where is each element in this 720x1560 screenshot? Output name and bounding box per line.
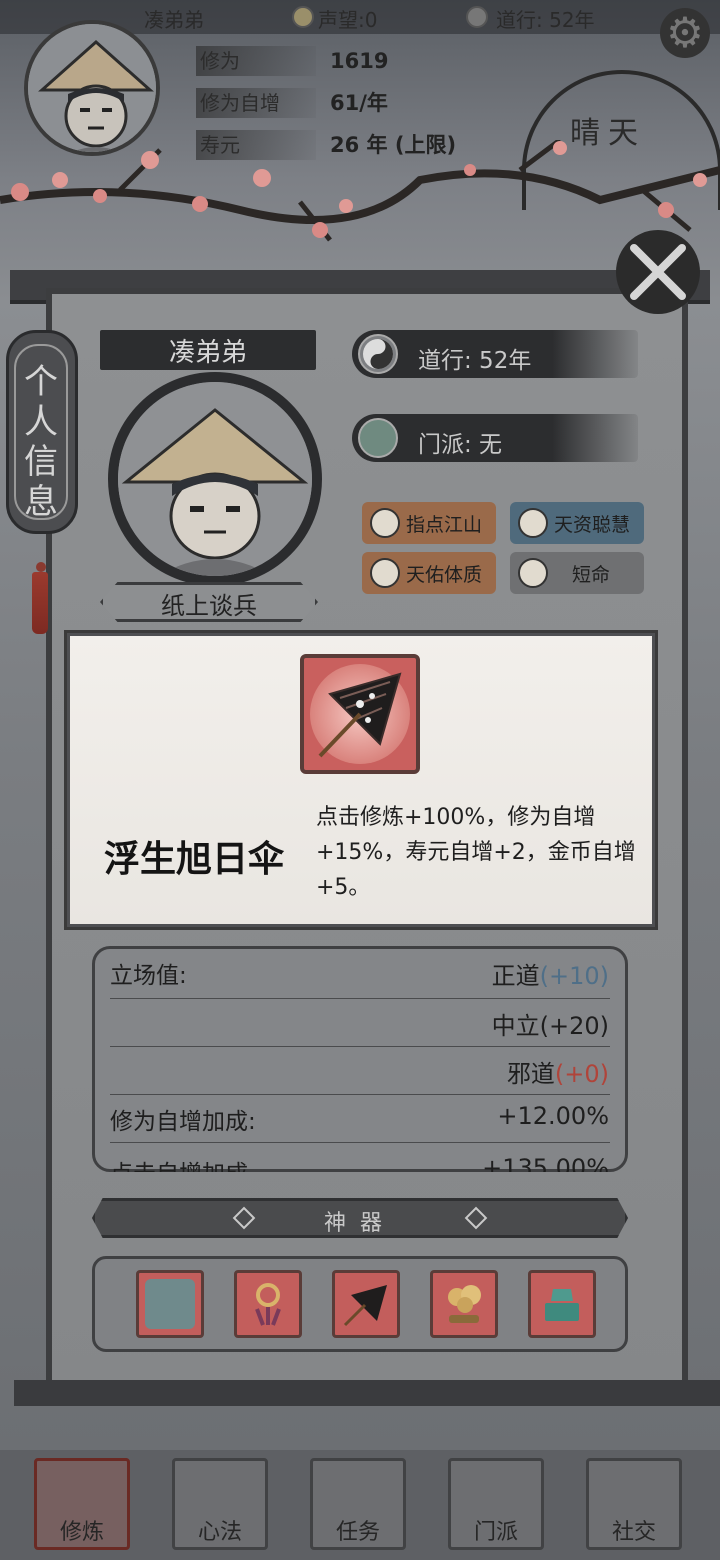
close-icon xyxy=(630,244,686,300)
character-title: 纸上谈兵 xyxy=(161,592,257,620)
partial-value: +135.00% xyxy=(482,1154,609,1172)
stance-evil-bonus: (+0) xyxy=(554,1060,609,1088)
close-button[interactable] xyxy=(616,230,700,314)
stance-righteous-bonus: (+10) xyxy=(539,962,609,990)
fist-icon xyxy=(518,558,548,588)
divider xyxy=(110,1094,610,1095)
character-name: 凑弟弟 xyxy=(168,338,247,368)
avatar[interactable] xyxy=(24,20,160,156)
stat-label: 修为自增 xyxy=(196,88,316,118)
settings-gear-icon[interactable]: ⚙ xyxy=(660,8,710,58)
plum-blossom-branch-icon xyxy=(0,140,720,242)
trait-badge[interactable]: 天资聪慧 xyxy=(510,502,644,544)
scroll-icon xyxy=(518,508,548,538)
character-avatar[interactable] xyxy=(108,372,322,586)
divider xyxy=(110,1142,610,1143)
stance-evil-label: 邪道 xyxy=(506,1060,555,1088)
cultivation-bonus-value: +12.00% xyxy=(497,1102,609,1130)
stat-label: 修为 xyxy=(196,46,316,76)
umbrella-icon xyxy=(318,672,402,758)
stat-value: 61/年 xyxy=(330,91,388,115)
item-name: 浮生旭日伞 xyxy=(104,839,285,880)
fist-icon xyxy=(370,558,400,588)
cultivation-bonus-label: 修为自增加成: xyxy=(110,1109,256,1135)
scroll-icon xyxy=(370,508,400,538)
stance-neutral: 中立(+20) xyxy=(491,1012,609,1040)
artifact-slot[interactable] xyxy=(136,1270,204,1338)
nav-tasks-label: 任务 xyxy=(335,1520,380,1545)
jade-pendant-icon xyxy=(255,1283,281,1326)
umbrella-icon xyxy=(343,1285,387,1327)
nav-mind-method-label: 心法 xyxy=(197,1520,242,1545)
nav-sect-label: 门派 xyxy=(473,1520,518,1545)
seal-icon xyxy=(545,1289,579,1321)
divider xyxy=(110,998,610,999)
artifact-slot[interactable] xyxy=(430,1270,498,1338)
player-name-top: 凑弟弟 xyxy=(144,8,204,32)
partial-label: 点击自增加成 xyxy=(110,1154,248,1172)
trait-label: 短命 xyxy=(572,564,611,586)
stat-cultivation: 修为 1619 xyxy=(196,46,496,76)
nav-social-label: 社交 xyxy=(611,1520,656,1545)
reputation-icon xyxy=(292,6,314,28)
artifact-slot[interactable] xyxy=(234,1270,302,1338)
artifact-slot[interactable] xyxy=(332,1270,400,1338)
panel-base xyxy=(14,1380,720,1406)
stance-righteous-label: 正道 xyxy=(491,962,540,990)
dao-value-top: 道行: 52年 xyxy=(496,8,595,32)
trait-badge[interactable]: 指点江山 xyxy=(362,502,496,544)
nav-cultivate-label: 修炼 xyxy=(59,1520,104,1545)
trait-label: 天资聪慧 xyxy=(554,514,631,536)
stat-value: 1619 xyxy=(330,49,389,73)
tassel-knot xyxy=(36,562,46,572)
tassel xyxy=(32,572,48,634)
item-description: 点击修炼+100%，修为自增+15%，寿元自增+2，金币自增+5。 xyxy=(316,805,636,900)
book-icon xyxy=(145,1279,195,1329)
stat-cultivation-growth: 修为自增 61/年 xyxy=(196,88,496,118)
trait-label: 指点江山 xyxy=(406,514,483,536)
yin-yang-icon xyxy=(466,6,488,28)
trait-badge[interactable]: 短命 xyxy=(510,552,644,594)
artifact-slot[interactable] xyxy=(528,1270,596,1338)
artifacts-title: 神器 xyxy=(323,1211,396,1236)
trait-label: 天佑体质 xyxy=(406,564,483,586)
dao-value: 道行: 52年 xyxy=(418,348,532,374)
reputation-value: 声望:0 xyxy=(318,8,378,32)
tab-personal-info-label: 个人信息 xyxy=(24,362,58,522)
stance-evil: 邪道(+0) xyxy=(507,1054,609,1089)
stance-label: 立场值: xyxy=(110,963,187,989)
divider xyxy=(110,1046,610,1047)
stance-righteous: 正道(+10) xyxy=(492,956,609,991)
trait-badge[interactable]: 天佑体质 xyxy=(362,552,496,594)
sect-value: 门派: 无 xyxy=(418,432,503,458)
attributes-overflow: 点击自增加成 +135.00% xyxy=(92,1150,628,1172)
yin-yang-icon xyxy=(358,334,398,374)
bonsai-icon xyxy=(448,1285,481,1323)
cultivator-portrait-icon xyxy=(118,382,312,576)
temple-icon xyxy=(358,418,398,458)
